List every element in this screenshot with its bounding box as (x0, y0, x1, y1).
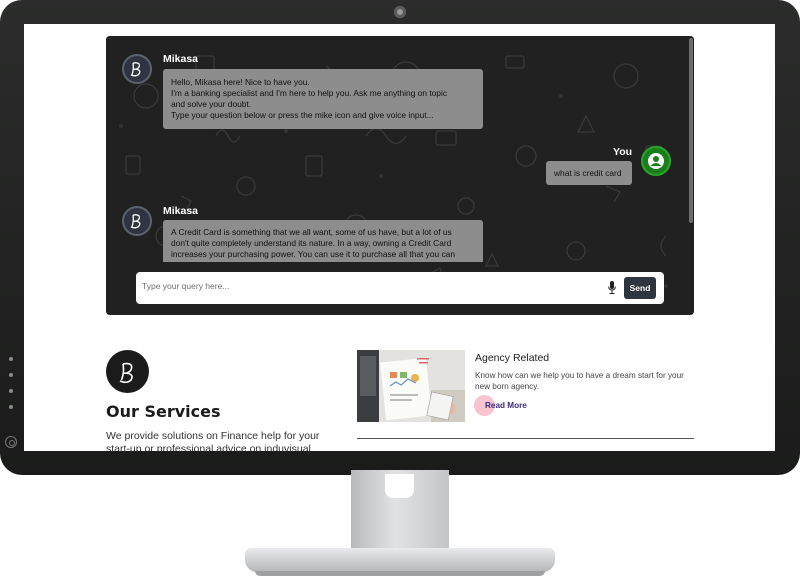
message-line: increases your purchasing power. You can… (171, 249, 455, 259)
b-logo-icon (130, 214, 141, 229)
monitor-stand-base (245, 548, 555, 572)
b-logo-icon (130, 62, 141, 77)
sender-name: Mikasa (163, 205, 199, 217)
card-image (357, 350, 465, 422)
brand-logo (106, 350, 149, 393)
b-logo-icon (119, 362, 133, 383)
message-line: I'm a banking specialist and I'm here to… (171, 88, 448, 98)
side-indicator (9, 357, 13, 361)
screen: Mikasa Hello, Mikasa here! Nice to have … (24, 24, 775, 451)
chat-panel: Mikasa Hello, Mikasa here! Nice to have … (106, 36, 694, 315)
card-description: Know how can we help you to have a dream… (475, 371, 684, 391)
user-message-bubble: what is credit card (546, 161, 632, 185)
read-more-link[interactable]: Read More (485, 401, 527, 410)
message-line: Hello, Mikasa here! Nice to have you. (171, 77, 310, 87)
bot-avatar (122, 206, 152, 236)
microphone-icon (608, 281, 616, 294)
side-indicator (9, 389, 13, 393)
user-avatar (641, 146, 671, 176)
send-button[interactable]: Send (624, 277, 656, 299)
message-line: don't quite completely understand its na… (171, 238, 452, 248)
side-indicator (9, 405, 13, 409)
sender-name: Mikasa (163, 53, 199, 65)
bot-message-bubble: A Credit Card is something that we all w… (163, 220, 483, 262)
user-name: You (613, 146, 633, 158)
chat-input-bar: Send (136, 272, 664, 304)
bot-message-bubble: Hello, Mikasa here! Nice to have you. I'… (163, 69, 483, 129)
side-indicator (9, 373, 13, 377)
services-title: Our Services (106, 402, 221, 421)
message-line: A Credit Card is something that we all w… (171, 227, 452, 237)
power-button[interactable] (5, 436, 17, 448)
webcam (394, 6, 406, 18)
services-description: We provide solutions on Finance help for… (106, 430, 320, 451)
query-input[interactable] (142, 281, 582, 291)
bot-avatar (122, 54, 152, 84)
chat-scrollbar[interactable] (689, 38, 693, 223)
message-line: and solve your doubt. (171, 99, 252, 109)
mic-button[interactable] (607, 281, 617, 295)
cable-slot (385, 474, 414, 498)
card-title: Agency Related (475, 352, 550, 364)
user-circle-icon (648, 153, 664, 169)
desk-photo (357, 350, 465, 422)
divider (357, 438, 694, 439)
message-line: Type your question below or press the mi… (171, 110, 434, 120)
monitor-stand-edge (255, 571, 545, 576)
